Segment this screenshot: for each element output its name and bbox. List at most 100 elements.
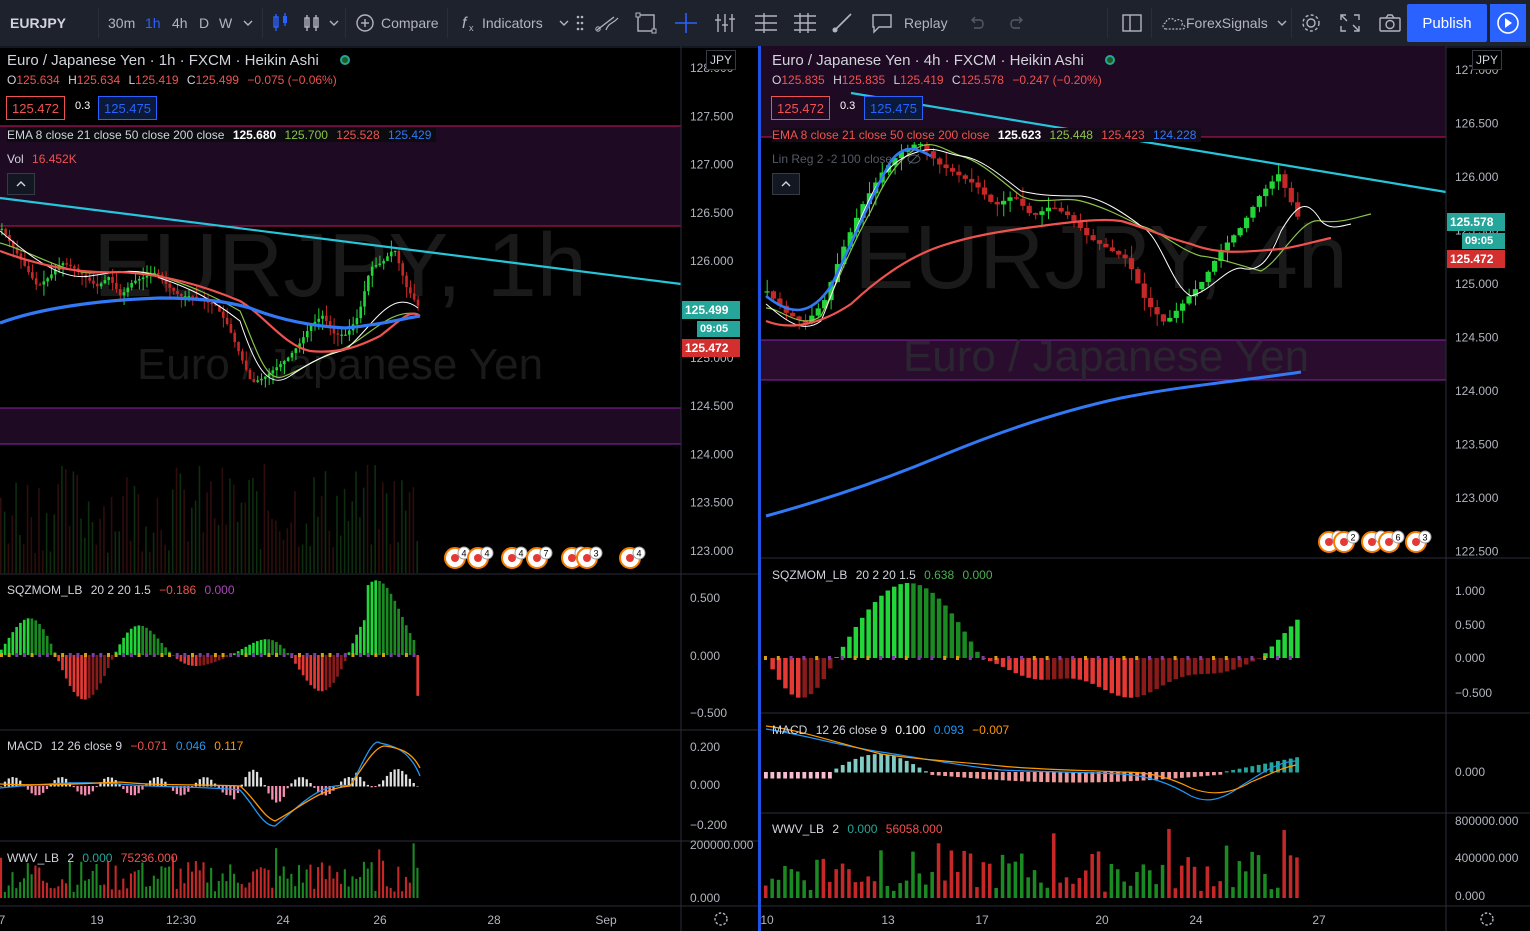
buy-button[interactable]: 125.475 bbox=[864, 96, 923, 120]
economic-event-markers[interactable]: 32463 bbox=[1318, 530, 1432, 553]
function-icon[interactable]: fx bbox=[455, 0, 485, 46]
sqz-bar bbox=[956, 622, 961, 658]
sqz-bar bbox=[210, 655, 213, 664]
right-chart-canvas[interactable]: EURJPY, 4h Euro / Japanese Yen 127.00012… bbox=[761, 46, 1530, 931]
macd-bar bbox=[129, 786, 133, 796]
symbol-search[interactable]: EURJPY bbox=[10, 0, 66, 46]
sqz-bar bbox=[1276, 639, 1281, 658]
sqz-label[interactable]: SQZMOM_LB bbox=[772, 568, 847, 582]
undo-icon[interactable] bbox=[962, 0, 992, 46]
wwv-bar bbox=[1244, 871, 1248, 898]
sell-button[interactable]: 125.472 bbox=[6, 96, 65, 120]
macd-bar bbox=[233, 786, 236, 800]
event-flag-dot bbox=[568, 554, 576, 562]
chart-title[interactable]: Euro / Japanese Yen · 4h · FXCM · Heikin… bbox=[772, 52, 1084, 69]
wwv-label[interactable]: WWV_LB bbox=[772, 822, 824, 836]
macd-label[interactable]: MACD bbox=[7, 739, 42, 753]
long-position-icon[interactable] bbox=[748, 0, 778, 46]
volume-label[interactable]: Vol bbox=[7, 152, 24, 166]
wwv-bar bbox=[1256, 855, 1261, 898]
eye-hidden-icon[interactable] bbox=[907, 153, 921, 165]
layout-split-icon[interactable] bbox=[1116, 0, 1146, 46]
pattern-tool-icon[interactable] bbox=[787, 0, 817, 46]
sqz-dot bbox=[275, 653, 279, 657]
macd-bar bbox=[26, 786, 30, 790]
sqz-bar bbox=[770, 658, 775, 670]
trendline-tool-icon[interactable] bbox=[590, 0, 620, 46]
left-chart-canvas[interactable]: EURJPY, 1h Euro / Japanese Yen 128.00012… bbox=[0, 46, 758, 931]
economic-event-markers[interactable]: 4447634 bbox=[444, 546, 646, 569]
wwv-bar bbox=[802, 880, 806, 898]
sell-button[interactable]: 125.472 bbox=[771, 96, 830, 120]
macd-label[interactable]: MACD bbox=[772, 723, 807, 737]
candles-style-icon[interactable] bbox=[266, 0, 296, 46]
gear-icon[interactable] bbox=[1295, 0, 1325, 46]
wwv-bar bbox=[252, 871, 255, 898]
play-icon[interactable] bbox=[1490, 4, 1526, 42]
currency-label[interactable]: JPY bbox=[1472, 50, 1502, 70]
sqz-bar bbox=[328, 655, 332, 688]
chart-title[interactable]: Euro / Japanese Yen · 1h · FXCM · Heikin… bbox=[7, 52, 319, 69]
interval-d[interactable]: D bbox=[199, 0, 209, 46]
candle-body bbox=[1135, 269, 1141, 284]
sqz-bar bbox=[99, 655, 102, 684]
replay-button[interactable]: Replay bbox=[904, 0, 948, 46]
sqz-bar bbox=[1071, 658, 1076, 679]
comment-tool-icon[interactable] bbox=[866, 0, 896, 46]
ema-label[interactable]: EMA 8 close 21 close 50 close 200 close bbox=[7, 128, 224, 142]
ohlc-high: 125.634 bbox=[76, 73, 121, 87]
interval-w[interactable]: W bbox=[219, 0, 232, 46]
fib-tool-icon[interactable] bbox=[709, 0, 739, 46]
toolbar-divider bbox=[447, 8, 448, 38]
ema-21-value: 125.700 bbox=[284, 128, 328, 142]
wwv-bar bbox=[320, 862, 323, 898]
camera-icon[interactable] bbox=[1373, 0, 1403, 46]
sqz-bar bbox=[776, 658, 782, 680]
watermark-symbol: EURJPY, 4h bbox=[854, 208, 1348, 308]
collapse-legend-button[interactable] bbox=[7, 173, 35, 195]
volume-bar bbox=[244, 502, 247, 573]
wwv-bar bbox=[1032, 870, 1037, 898]
wwv-label[interactable]: WWV_LB bbox=[7, 851, 59, 865]
ema-label[interactable]: EMA 8 close 21 close 50 close 200 close bbox=[772, 128, 989, 142]
macd-bar bbox=[91, 786, 94, 792]
volume-bar bbox=[34, 552, 36, 573]
candle-body bbox=[389, 251, 393, 257]
fullscreen-icon[interactable] bbox=[1334, 0, 1364, 46]
candle-body bbox=[1090, 235, 1096, 241]
candle-body bbox=[244, 360, 248, 370]
candle-body bbox=[1071, 215, 1077, 221]
wwv-bar bbox=[42, 880, 45, 898]
macd-bar bbox=[301, 777, 305, 787]
layout-name-button[interactable]: ForexSignals bbox=[1186, 0, 1268, 46]
interval-30m[interactable]: 30m bbox=[108, 0, 135, 46]
interval-1h[interactable]: 1h bbox=[145, 0, 161, 46]
rectangle-tool-icon[interactable] bbox=[630, 0, 660, 46]
market-status-icon[interactable] bbox=[1105, 55, 1115, 65]
sqz-bar bbox=[370, 581, 374, 655]
indicators-button[interactable]: Indicators bbox=[482, 0, 543, 46]
wwv-bar bbox=[1282, 830, 1286, 898]
candle-body bbox=[225, 317, 229, 324]
lin-reg-label[interactable]: Lin Reg 2 -2 100 close bbox=[772, 152, 892, 166]
interval-4h[interactable]: 4h bbox=[172, 0, 188, 46]
wwv-bar bbox=[1026, 877, 1030, 898]
crosshair-tool-icon[interactable] bbox=[670, 0, 700, 46]
chevron-down-icon[interactable] bbox=[323, 0, 353, 46]
brush-tool-icon[interactable] bbox=[827, 0, 857, 46]
cloud-icon[interactable] bbox=[1156, 0, 1186, 46]
market-status-icon[interactable] bbox=[340, 55, 350, 65]
compare-button[interactable]: Compare bbox=[381, 0, 439, 46]
sqz-label[interactable]: SQZMOM_LB bbox=[7, 583, 82, 597]
publish-button[interactable]: Publish bbox=[1407, 4, 1487, 42]
collapse-legend-button[interactable] bbox=[772, 173, 800, 195]
redo-icon[interactable] bbox=[1000, 0, 1030, 46]
volume-bar bbox=[362, 487, 365, 573]
compare-plus-icon[interactable] bbox=[350, 0, 380, 46]
sqz-bar bbox=[240, 649, 244, 655]
sqz-zero: 0.000 bbox=[962, 568, 993, 582]
buy-button[interactable]: 125.475 bbox=[98, 96, 157, 120]
currency-label[interactable]: JPY bbox=[706, 50, 736, 70]
candle-body bbox=[386, 256, 389, 261]
volume-bar bbox=[286, 528, 289, 573]
